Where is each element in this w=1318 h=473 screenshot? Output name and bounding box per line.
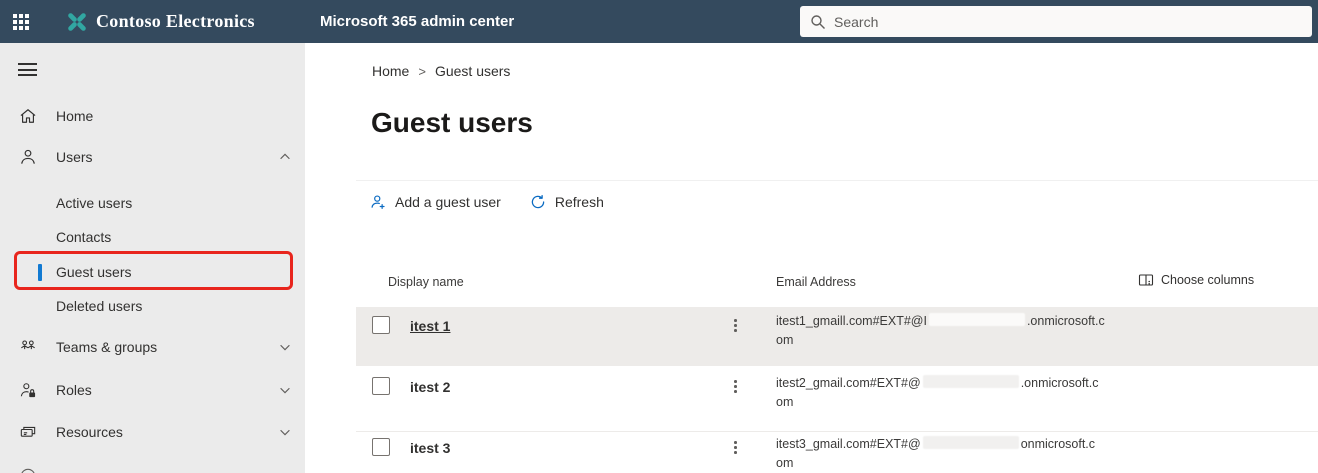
sidebar-item-label: Roles	[56, 382, 92, 398]
search-icon	[810, 14, 826, 30]
display-name-link[interactable]: itest 1	[410, 318, 450, 334]
sidebar-item-label: Active users	[56, 195, 133, 211]
sidebar-item-guest-users[interactable]: Guest users	[0, 258, 305, 286]
email-line1: itest1_gmaill.com#EXT#@I .onmicrosoft.c	[776, 313, 1105, 328]
chevron-down-icon[interactable]	[278, 425, 292, 439]
sidebar-item-teams-groups[interactable]: Teams & groups	[0, 333, 305, 361]
person-add-icon	[369, 193, 387, 211]
row-checkbox[interactable]	[372, 438, 390, 456]
breadcrumb-home-link[interactable]: Home	[372, 63, 409, 79]
sidebar-item-label: Guest users	[56, 264, 132, 280]
brand-name: Contoso Electronics	[96, 11, 255, 31]
sidebar-item-resources[interactable]: Resources	[0, 418, 305, 446]
sidebar-item-deleted-users[interactable]: Deleted users	[0, 292, 305, 320]
resources-icon	[18, 422, 38, 442]
sidebar-item-label: Teams & groups	[56, 339, 158, 355]
collapse-nav-hamburger-icon[interactable]	[18, 63, 37, 76]
waffle-grid	[13, 13, 29, 30]
redacted-text-block	[922, 375, 1019, 388]
user-icon	[18, 147, 38, 167]
toolbar-top-divider	[356, 180, 1318, 181]
chevron-up-icon[interactable]	[278, 150, 292, 164]
more-options-icon[interactable]	[734, 441, 737, 454]
more-options-icon[interactable]	[734, 380, 737, 393]
command-bar: Add a guest user Refresh	[369, 193, 604, 211]
sidebar-item-label: Resources	[56, 424, 123, 440]
brand-logo[interactable]: Contoso Electronics	[66, 11, 255, 33]
add-guest-user-button[interactable]: Add a guest user	[369, 193, 501, 211]
table-row[interactable]: itest 1 itest1_gmaill.com#EXT#@I .onmicro…	[356, 307, 1318, 366]
column-header-email[interactable]: Email Address	[776, 275, 856, 289]
contoso-logo-icon	[66, 11, 88, 33]
refresh-label: Refresh	[554, 194, 604, 210]
column-header-display-name[interactable]: Display name	[388, 275, 464, 289]
sidebar-item-contacts[interactable]: Contacts	[0, 223, 305, 251]
email-line2: om	[776, 333, 794, 347]
email-cell: itest1_gmaill.com#EXT#@I .onmicrosoft.c o…	[776, 312, 1166, 350]
email-line1: itest3_gmail.com#EXT#@ onmicrosoft.c	[776, 436, 1096, 451]
refresh-button[interactable]: Refresh	[529, 193, 604, 211]
breadcrumb: Home > Guest users	[372, 63, 510, 79]
selected-item-indicator	[38, 264, 42, 281]
redacted-text-block	[922, 436, 1019, 449]
choose-columns-button[interactable]: Choose columns	[1138, 272, 1254, 288]
roles-person-lock-icon	[18, 380, 38, 400]
breadcrumb-current: Guest users	[434, 63, 511, 79]
clipped-bottom-nav-icon	[18, 466, 38, 473]
page-title: Guest users	[371, 107, 533, 138]
sidebar-item-users[interactable]: Users	[0, 143, 305, 171]
refresh-icon	[529, 193, 547, 211]
teams-groups-icon	[18, 337, 38, 357]
more-options-icon[interactable]	[734, 319, 737, 332]
table-row[interactable]: itest 2 itest2_gmail.com#EXT#@ .onmicroso…	[356, 366, 1318, 432]
sidebar-item-label: Contacts	[56, 229, 112, 245]
top-app-bar: Contoso Electronics Microsoft 365 admin …	[0, 0, 1318, 43]
chevron-down-icon[interactable]	[278, 340, 292, 354]
app-launcher-waffle-icon[interactable]	[0, 0, 42, 43]
choose-columns-label: Choose columns	[1161, 273, 1255, 287]
email-line1: itest2_gmail.com#EXT#@ .onmicrosoft.c	[776, 375, 1099, 390]
home-icon	[18, 106, 38, 126]
breadcrumb-separator: >	[418, 63, 426, 79]
sidebar-item-label: Home	[56, 108, 94, 124]
email-cell: itest3_gmail.com#EXT#@ onmicrosoft.c om	[776, 435, 1166, 473]
display-name-link[interactable]: itest 2	[410, 379, 450, 395]
display-name-link[interactable]: itest 3	[410, 440, 450, 456]
choose-columns-icon	[1138, 272, 1154, 288]
row-checkbox[interactable]	[372, 377, 390, 395]
row-checkbox[interactable]	[372, 316, 390, 334]
sidebar-item-home[interactable]: Home	[0, 102, 305, 130]
table-row[interactable]: itest 3 itest3_gmail.com#EXT#@ onmicrosof…	[356, 433, 1318, 473]
redacted-text-block	[928, 313, 1025, 326]
global-search[interactable]	[800, 6, 1312, 37]
email-line2: om	[776, 456, 794, 470]
left-navigation: Home Users Active users Contacts Guest u…	[0, 43, 305, 473]
main-content: Home > Guest users Guest users Add a gue…	[305, 43, 1318, 473]
sidebar-item-label: Users	[56, 149, 93, 165]
sidebar-item-active-users[interactable]: Active users	[0, 189, 305, 217]
chevron-down-icon[interactable]	[278, 383, 292, 397]
add-guest-user-label: Add a guest user	[395, 194, 501, 210]
search-input[interactable]	[834, 13, 1302, 30]
sidebar-item-roles[interactable]: Roles	[0, 376, 305, 404]
sidebar-item-label: Deleted users	[56, 298, 143, 314]
email-line2: om	[776, 395, 794, 409]
app-title[interactable]: Microsoft 365 admin center	[320, 13, 514, 30]
email-cell: itest2_gmail.com#EXT#@ .onmicrosoft.c om	[776, 374, 1166, 412]
